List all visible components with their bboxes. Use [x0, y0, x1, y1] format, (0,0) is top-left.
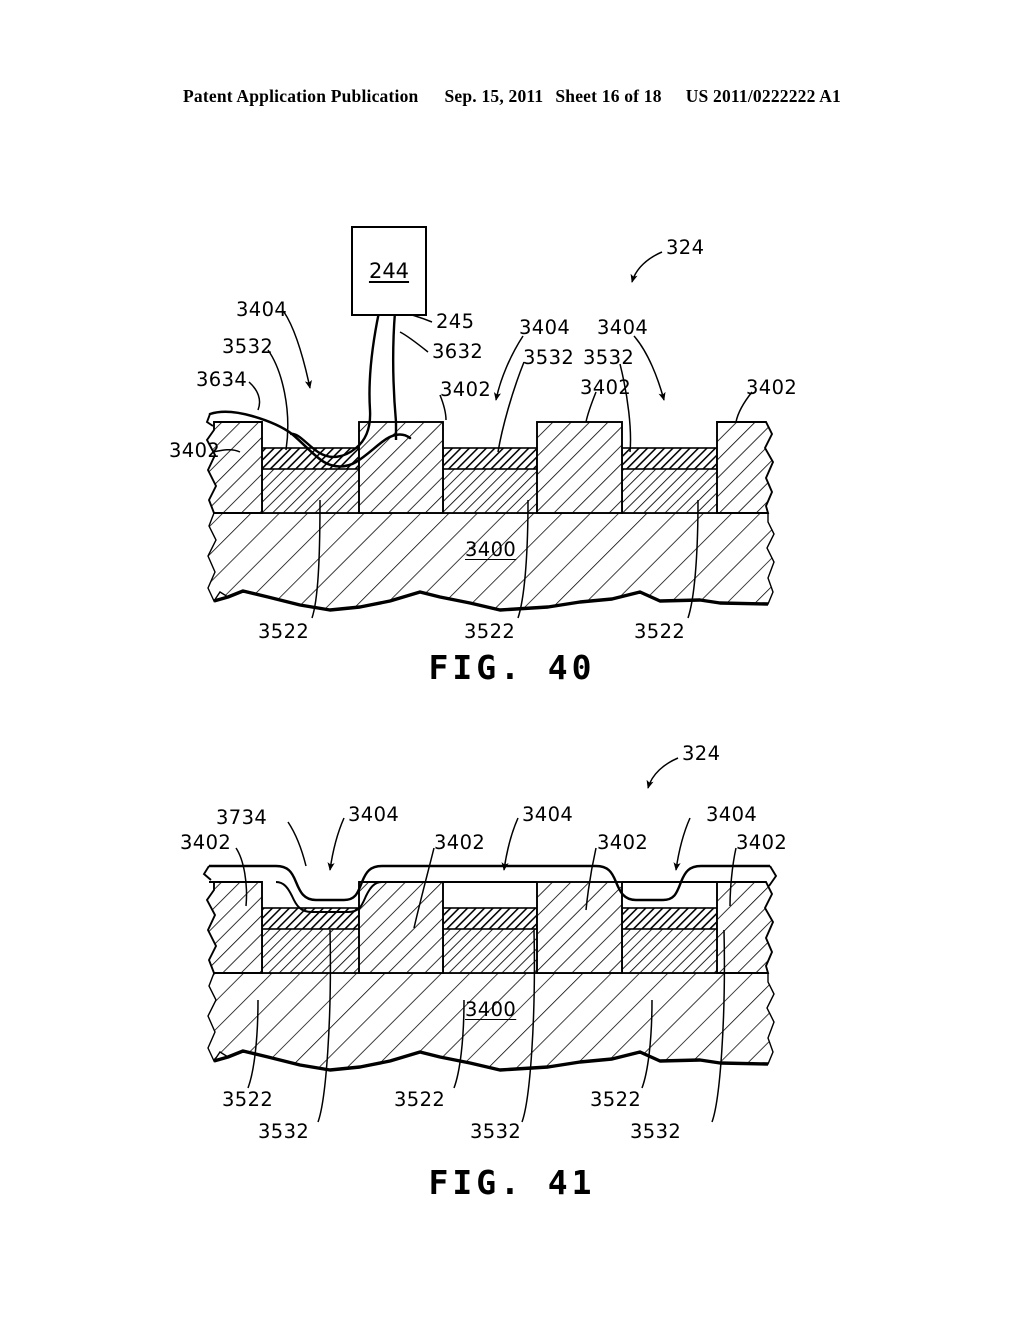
figure-40-caption: FIG. 40 — [428, 648, 596, 687]
label-3402-c-fig41: 3402 — [597, 831, 649, 854]
label-324-fig41: 324 — [682, 742, 721, 765]
label-3402-left-fig40: 3402 — [169, 439, 221, 462]
label-3402-d-fig41: 3402 — [736, 831, 788, 854]
label-3402-b-fig40: 3402 — [440, 378, 492, 401]
label-3522-a-fig40: 3522 — [258, 620, 310, 643]
layer-3522-blocks — [261, 467, 751, 514]
patent-drawing-sheet: Patent Application Publication Sep. 15, … — [0, 0, 1024, 1320]
label-3522-b-fig40: 3522 — [464, 620, 516, 643]
figure-41-caption: FIG. 41 — [428, 1163, 596, 1202]
label-3400-fig40: 3400 — [465, 538, 517, 561]
label-3532-a-fig41: 3532 — [258, 1120, 310, 1143]
label-3522-a-fig41: 3522 — [222, 1088, 274, 1111]
substrate-3400-fig41 — [207, 972, 775, 1072]
label-3402-b-fig41: 3402 — [434, 831, 486, 854]
label-3532-a-fig40: 3532 — [222, 335, 274, 358]
label-3532-b-fig41: 3532 — [470, 1120, 522, 1143]
tool-box-244-label: 244 — [368, 259, 410, 283]
label-3402-d-fig40: 3402 — [746, 376, 798, 399]
label-3632-fig40: 3632 — [432, 340, 484, 363]
label-3522-b-fig41: 3522 — [394, 1088, 446, 1111]
figure-40-drawing — [205, 251, 775, 619]
label-3522-c-fig40: 3522 — [634, 620, 686, 643]
label-3404-c-fig40: 3404 — [597, 316, 649, 339]
tool-box-244: 244 — [351, 226, 427, 316]
substrate-3400 — [207, 512, 775, 612]
label-3522-c-fig41: 3522 — [590, 1088, 642, 1111]
label-3634-fig40: 3634 — [196, 368, 248, 391]
label-3734-fig41: 3734 — [216, 806, 268, 829]
label-3404-b-fig41: 3404 — [522, 803, 574, 826]
label-3400-fig41: 3400 — [465, 998, 517, 1021]
label-3532-c-fig40: 3532 — [583, 346, 635, 369]
label-3402-a-fig41: 3402 — [180, 831, 232, 854]
label-245-fig40: 245 — [436, 310, 475, 333]
label-3404-b-fig40: 3404 — [519, 316, 571, 339]
label-3404-c-fig41: 3404 — [706, 803, 758, 826]
label-3404-a-fig41: 3404 — [348, 803, 400, 826]
layer-3522-blocks-fig41 — [261, 927, 751, 974]
label-324-fig40: 324 — [666, 236, 705, 259]
figure-41-drawing — [202, 757, 778, 1123]
label-3532-b-fig40: 3532 — [523, 346, 575, 369]
label-3402-c-fig40: 3402 — [580, 376, 632, 399]
label-3404-a-fig40: 3404 — [236, 298, 288, 321]
label-3532-c-fig41: 3532 — [630, 1120, 682, 1143]
